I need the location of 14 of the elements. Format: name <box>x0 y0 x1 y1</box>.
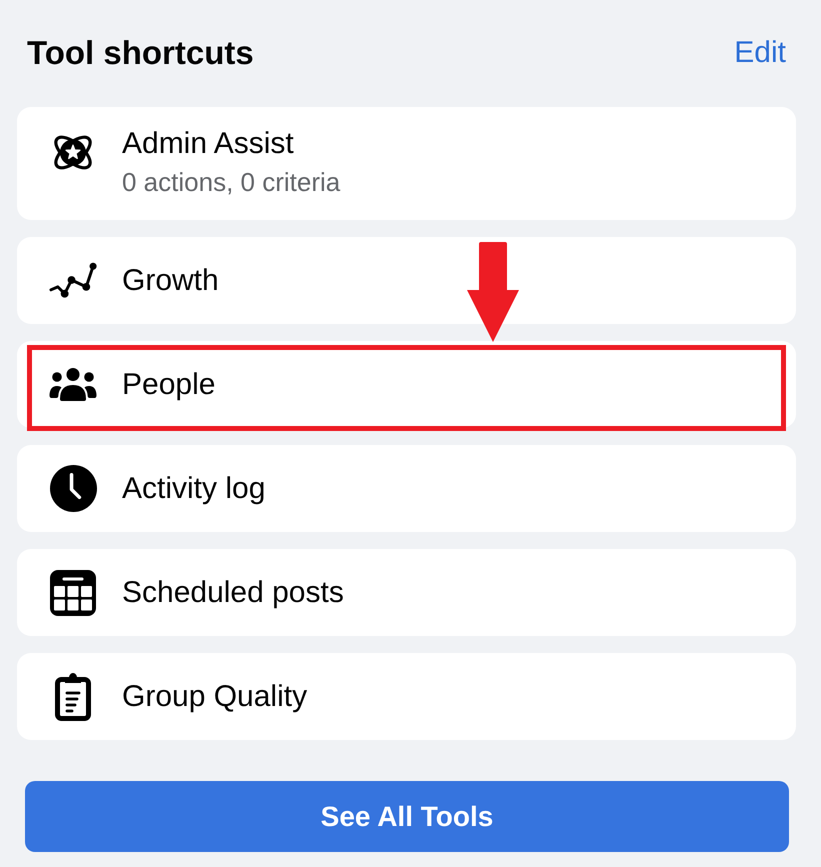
section-title: Tool shortcuts <box>27 34 254 72</box>
edit-link[interactable]: Edit <box>734 36 786 70</box>
shortcut-item[interactable]: Activity log <box>17 445 796 532</box>
clipboard-icon <box>55 672 91 720</box>
line-chart-icon <box>49 262 97 299</box>
shortcut-item[interactable]: Scheduled posts <box>17 549 796 636</box>
see-all-tools-button[interactable]: See All Tools <box>25 781 789 852</box>
shortcut-item[interactable]: People <box>17 341 796 428</box>
shortcut-item[interactable]: Growth <box>17 237 796 324</box>
calendar-icon <box>50 570 96 616</box>
clock-icon <box>50 465 96 512</box>
people-icon <box>49 368 97 401</box>
shortcut-item[interactable]: Admin Assist 0 actions, 0 criteria <box>17 107 796 220</box>
shortcut-item[interactable]: Group Quality <box>17 653 796 740</box>
